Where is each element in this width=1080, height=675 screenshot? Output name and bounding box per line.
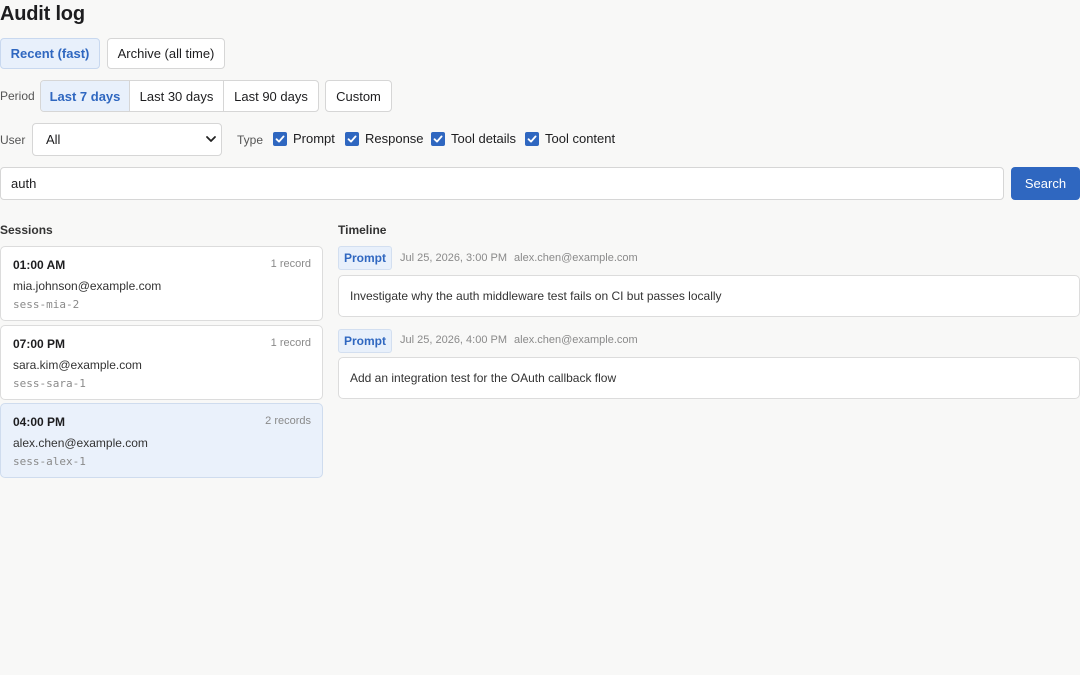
event-timestamp: Jul 25, 2026, 3:00 PM bbox=[400, 252, 508, 264]
session-time: 01:00 AM bbox=[13, 258, 66, 272]
period-label: Period bbox=[0, 89, 35, 103]
session-record-count: 1 record bbox=[270, 337, 311, 349]
search-button[interactable]: Search bbox=[1011, 167, 1080, 200]
checkmark-icon bbox=[525, 131, 539, 146]
type-tool-content-label: Tool content bbox=[545, 131, 616, 146]
period-custom-button[interactable]: Custom bbox=[325, 80, 392, 112]
session-id: sess-sara-1 bbox=[13, 377, 86, 390]
session-time: 04:00 PM bbox=[13, 415, 66, 429]
tab-recent[interactable]: Recent (fast) bbox=[0, 38, 100, 69]
checkmark-icon bbox=[345, 131, 359, 146]
period-segmented-control: Last 7 days Last 30 days Last 90 days bbox=[40, 80, 319, 112]
user-select-value: All bbox=[46, 132, 61, 147]
event-meta: Jul 25, 2026, 3:00 PM alex.chen@example.c… bbox=[400, 252, 638, 264]
sessions-heading: Sessions bbox=[0, 223, 53, 237]
type-prompt-checkbox[interactable]: Prompt bbox=[273, 131, 335, 146]
event-timestamp: Jul 25, 2026, 4:00 PM bbox=[400, 334, 508, 346]
period-last-90-days[interactable]: Last 90 days bbox=[224, 81, 318, 111]
event-user: alex.chen@example.com bbox=[514, 252, 638, 264]
session-user: mia.johnson@example.com bbox=[13, 279, 162, 293]
timeline-heading: Timeline bbox=[338, 223, 387, 237]
session-record-count: 2 records bbox=[265, 415, 311, 427]
type-tool-details-checkbox[interactable]: Tool details bbox=[431, 131, 516, 146]
period-last-30-days[interactable]: Last 30 days bbox=[130, 81, 224, 111]
chevron-down-icon bbox=[206, 136, 216, 142]
search-input-value: auth bbox=[11, 176, 37, 191]
session-user: sara.kim@example.com bbox=[13, 358, 142, 372]
session-item-selected[interactable]: 04:00 PM 2 records alex.chen@example.com… bbox=[0, 403, 323, 478]
session-user: alex.chen@example.com bbox=[13, 436, 148, 450]
session-record-count: 1 record bbox=[270, 258, 311, 270]
event-user: alex.chen@example.com bbox=[514, 334, 638, 346]
type-response-label: Response bbox=[365, 131, 424, 146]
page-title: Audit log bbox=[0, 3, 85, 25]
search-input[interactable]: auth bbox=[0, 167, 1004, 200]
event-card[interactable]: Add an integration test for the OAuth ca… bbox=[338, 357, 1080, 399]
type-response-checkbox[interactable]: Response bbox=[345, 131, 424, 146]
session-id: sess-mia-2 bbox=[13, 298, 80, 311]
user-select[interactable]: All bbox=[32, 123, 222, 156]
event-type-badge: Prompt bbox=[338, 246, 392, 270]
checkmark-icon bbox=[431, 131, 445, 146]
event-meta: Jul 25, 2026, 4:00 PM alex.chen@example.c… bbox=[400, 334, 638, 346]
type-tool-details-label: Tool details bbox=[451, 131, 517, 146]
type-tool-content-checkbox[interactable]: Tool content bbox=[525, 131, 615, 146]
session-time: 07:00 PM bbox=[13, 337, 66, 351]
user-label: User bbox=[0, 133, 26, 147]
type-prompt-label: Prompt bbox=[293, 131, 335, 146]
session-item[interactable]: 01:00 AM 1 record mia.johnson@example.co… bbox=[0, 246, 323, 321]
event-type-badge: Prompt bbox=[338, 329, 392, 353]
event-card[interactable]: Investigate why the auth middleware test… bbox=[338, 275, 1080, 317]
checkmark-icon bbox=[273, 131, 287, 146]
tab-archive[interactable]: Archive (all time) bbox=[107, 38, 225, 69]
period-last-7-days[interactable]: Last 7 days bbox=[41, 81, 130, 111]
session-id: sess-alex-1 bbox=[13, 455, 86, 468]
session-item[interactable]: 07:00 PM 1 record sara.kim@example.com s… bbox=[0, 325, 323, 400]
type-label: Type bbox=[237, 133, 264, 147]
